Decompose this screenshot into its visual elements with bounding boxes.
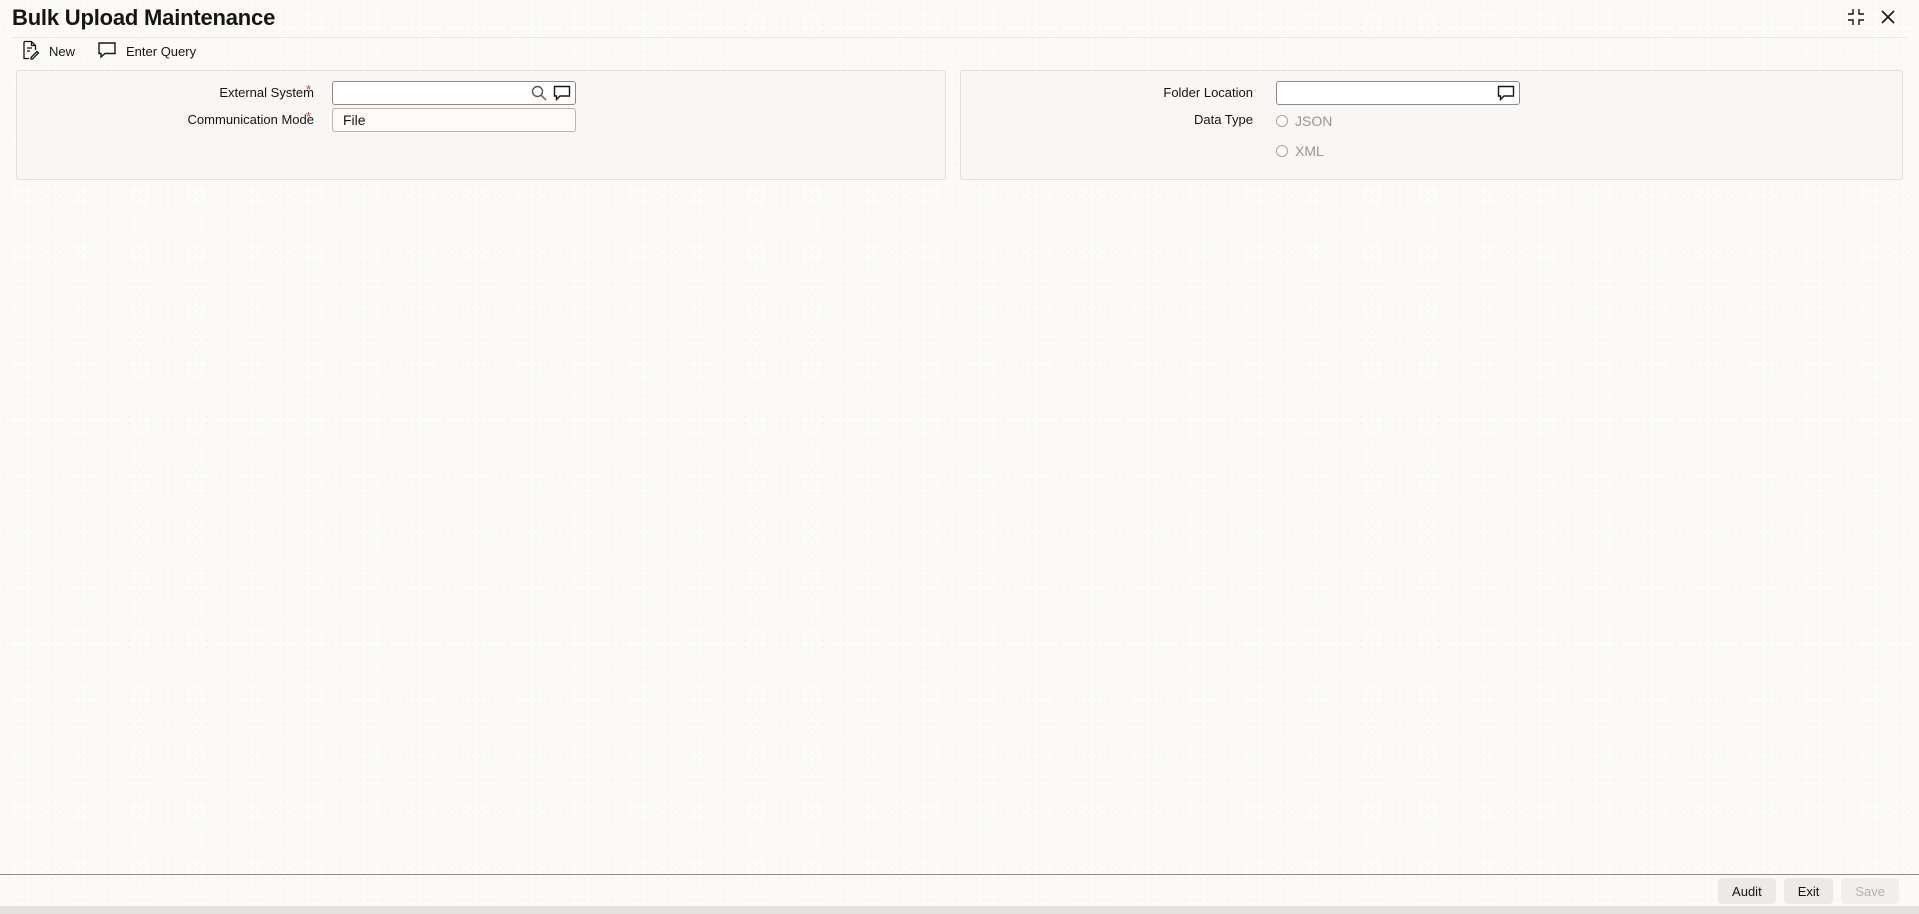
data-type-json-radio[interactable]: JSON	[1276, 113, 1332, 129]
radio-button-icon	[1276, 115, 1288, 127]
toolbar-divider	[12, 37, 1907, 38]
footer-divider	[0, 874, 1919, 875]
communication-mode-input[interactable]	[332, 108, 576, 132]
folder-location-input[interactable]	[1276, 81, 1520, 105]
new-button[interactable]: New	[20, 40, 75, 63]
folder-location-label: Folder Location	[1163, 85, 1253, 100]
save-button[interactable]: Save	[1841, 878, 1899, 904]
footer-actions: Audit Exit Save	[1718, 878, 1899, 904]
communication-mode-label: Communication Mode	[187, 112, 314, 127]
data-type-xml-radio[interactable]: XML	[1276, 143, 1324, 159]
page-title: Bulk Upload Maintenance	[12, 5, 276, 30]
close-icon[interactable]	[1877, 6, 1899, 28]
general-panel: External System * Communication Mode *	[16, 70, 946, 180]
enter-query-label: Enter Query	[126, 43, 197, 59]
speech-bubble-icon	[97, 41, 117, 62]
status-bar	[0, 906, 1919, 914]
exit-button[interactable]: Exit	[1783, 878, 1834, 904]
settings-panel: Folder Location Data Type JSON XML	[960, 70, 1903, 180]
external-system-label: External System	[219, 85, 314, 100]
new-document-icon	[20, 40, 40, 63]
radio-button-icon	[1276, 145, 1288, 157]
radio-label-xml: XML	[1295, 143, 1324, 159]
radio-label-json: JSON	[1295, 113, 1333, 129]
speech-bubble-icon[interactable]	[1496, 83, 1516, 103]
toolbar: New Enter Query	[20, 39, 196, 63]
enter-query-button[interactable]: Enter Query	[97, 41, 196, 62]
required-marker: *	[306, 109, 312, 124]
speech-bubble-icon[interactable]	[552, 83, 572, 103]
new-button-label: New	[49, 43, 76, 59]
audit-button[interactable]: Audit	[1718, 878, 1776, 904]
window-controls	[1845, 6, 1899, 28]
search-icon[interactable]	[529, 83, 549, 103]
collapse-icon[interactable]	[1845, 6, 1867, 28]
data-type-label: Data Type	[1193, 112, 1253, 127]
required-marker: *	[306, 82, 312, 97]
